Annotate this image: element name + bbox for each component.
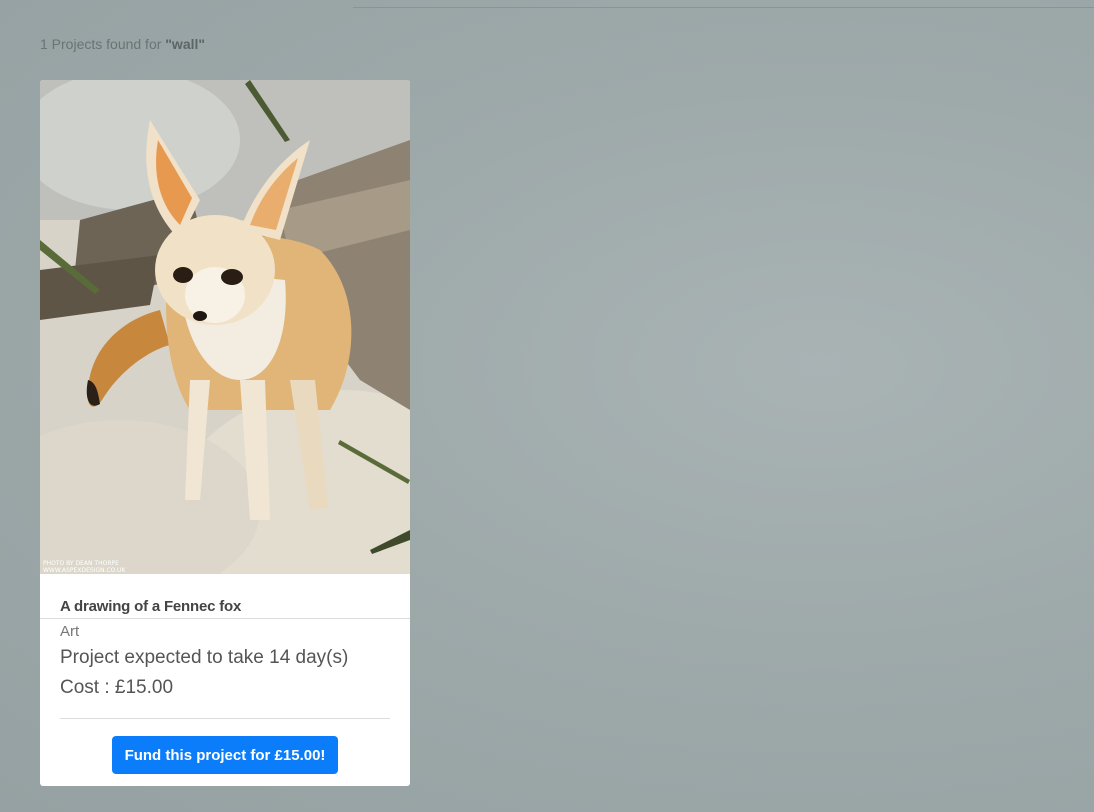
project-card: PHOTO BY DEAN THORPE WWW.ASPEXDESIGN.CO.…: [40, 80, 410, 786]
photo-credit-line1: PHOTO BY DEAN THORPE: [43, 560, 119, 567]
project-category: Art: [60, 623, 80, 640]
project-cost: Cost : £15.00: [60, 677, 174, 698]
card-divider: [40, 618, 410, 619]
card-footer-divider: [60, 718, 390, 719]
project-duration: Project expected to take 14 day(s): [60, 647, 349, 668]
photo-credit-line2: WWW.ASPEXDESIGN.CO.UK: [43, 567, 126, 574]
project-image[interactable]: PHOTO BY DEAN THORPE WWW.ASPEXDESIGN.CO.…: [40, 80, 410, 574]
top-divider: [353, 7, 1094, 8]
search-query: "wall": [165, 36, 206, 52]
fund-project-button[interactable]: Fund this project for £15.00!: [112, 736, 338, 774]
project-title[interactable]: A drawing of a Fennec fox: [60, 598, 241, 615]
search-results-summary: 1 Projects found for "wall": [40, 36, 205, 52]
results-count-text: 1 Projects found for: [40, 36, 166, 52]
